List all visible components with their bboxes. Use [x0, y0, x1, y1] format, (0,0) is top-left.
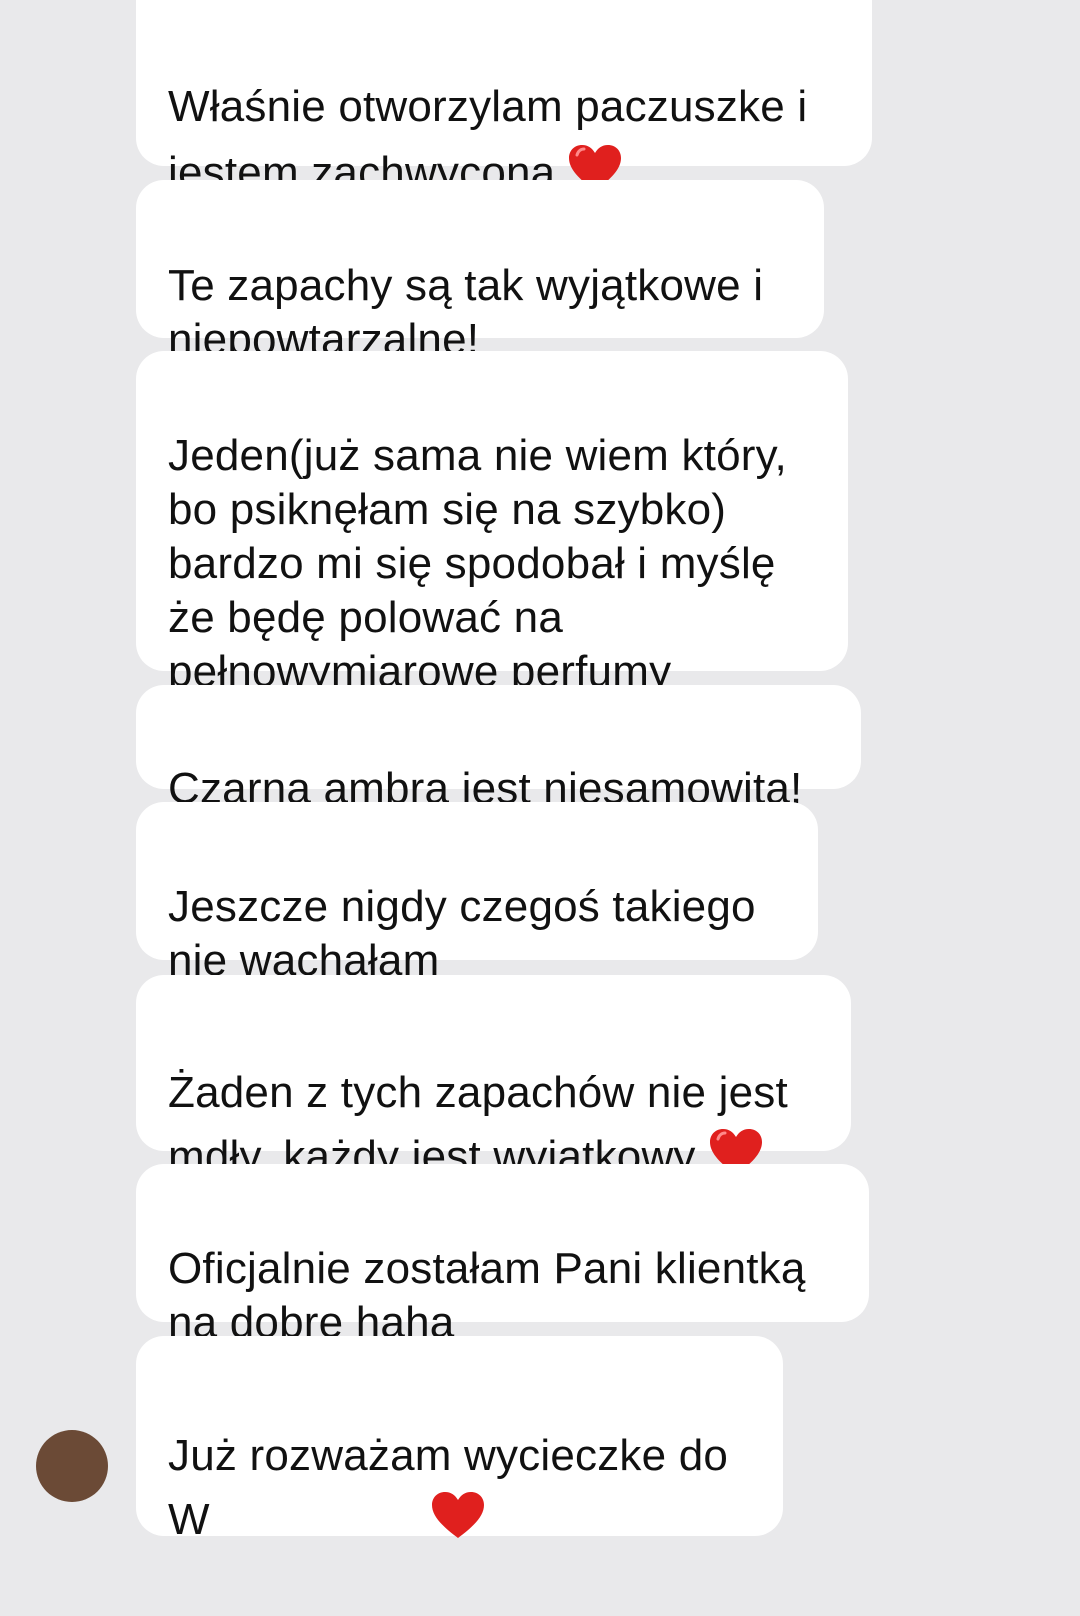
message-text: Oficjalnie zostałam Pani klientką na dob… [168, 1244, 806, 1347]
message-text: Już rozważam wycieczke do W [168, 1431, 729, 1544]
sender-avatar[interactable] [36, 1430, 108, 1502]
red-heart-icon [430, 1490, 486, 1540]
message-text: Jeszcze nigdy czegoś takiego nie wąchała… [168, 882, 756, 985]
message-bubble[interactable]: Jeden(już sama nie wiem który, bo psiknę… [136, 351, 848, 696]
message-bubble[interactable]: Jeszcze nigdy czegoś takiego nie wąchała… [136, 802, 818, 985]
message-bubble[interactable]: Już rozważam wycieczke do W [136, 1336, 783, 1544]
message-bubble[interactable]: Właśnie otworzylam paczuszke i jestem za… [136, 0, 872, 197]
message-bubble[interactable]: Oficjalnie zostałam Pani klientką na dob… [136, 1164, 869, 1347]
message-bubble[interactable]: Czarna ambra jest niesamowita! [136, 685, 861, 813]
message-bubble[interactable]: Żaden z tych zapachów nie jest mdły, każ… [136, 975, 851, 1181]
message-text: Jeden(już sama nie wiem który, bo psiknę… [168, 431, 787, 696]
message-bubble[interactable]: Te zapachy są tak wyjątkowe i niepowtarz… [136, 180, 824, 364]
